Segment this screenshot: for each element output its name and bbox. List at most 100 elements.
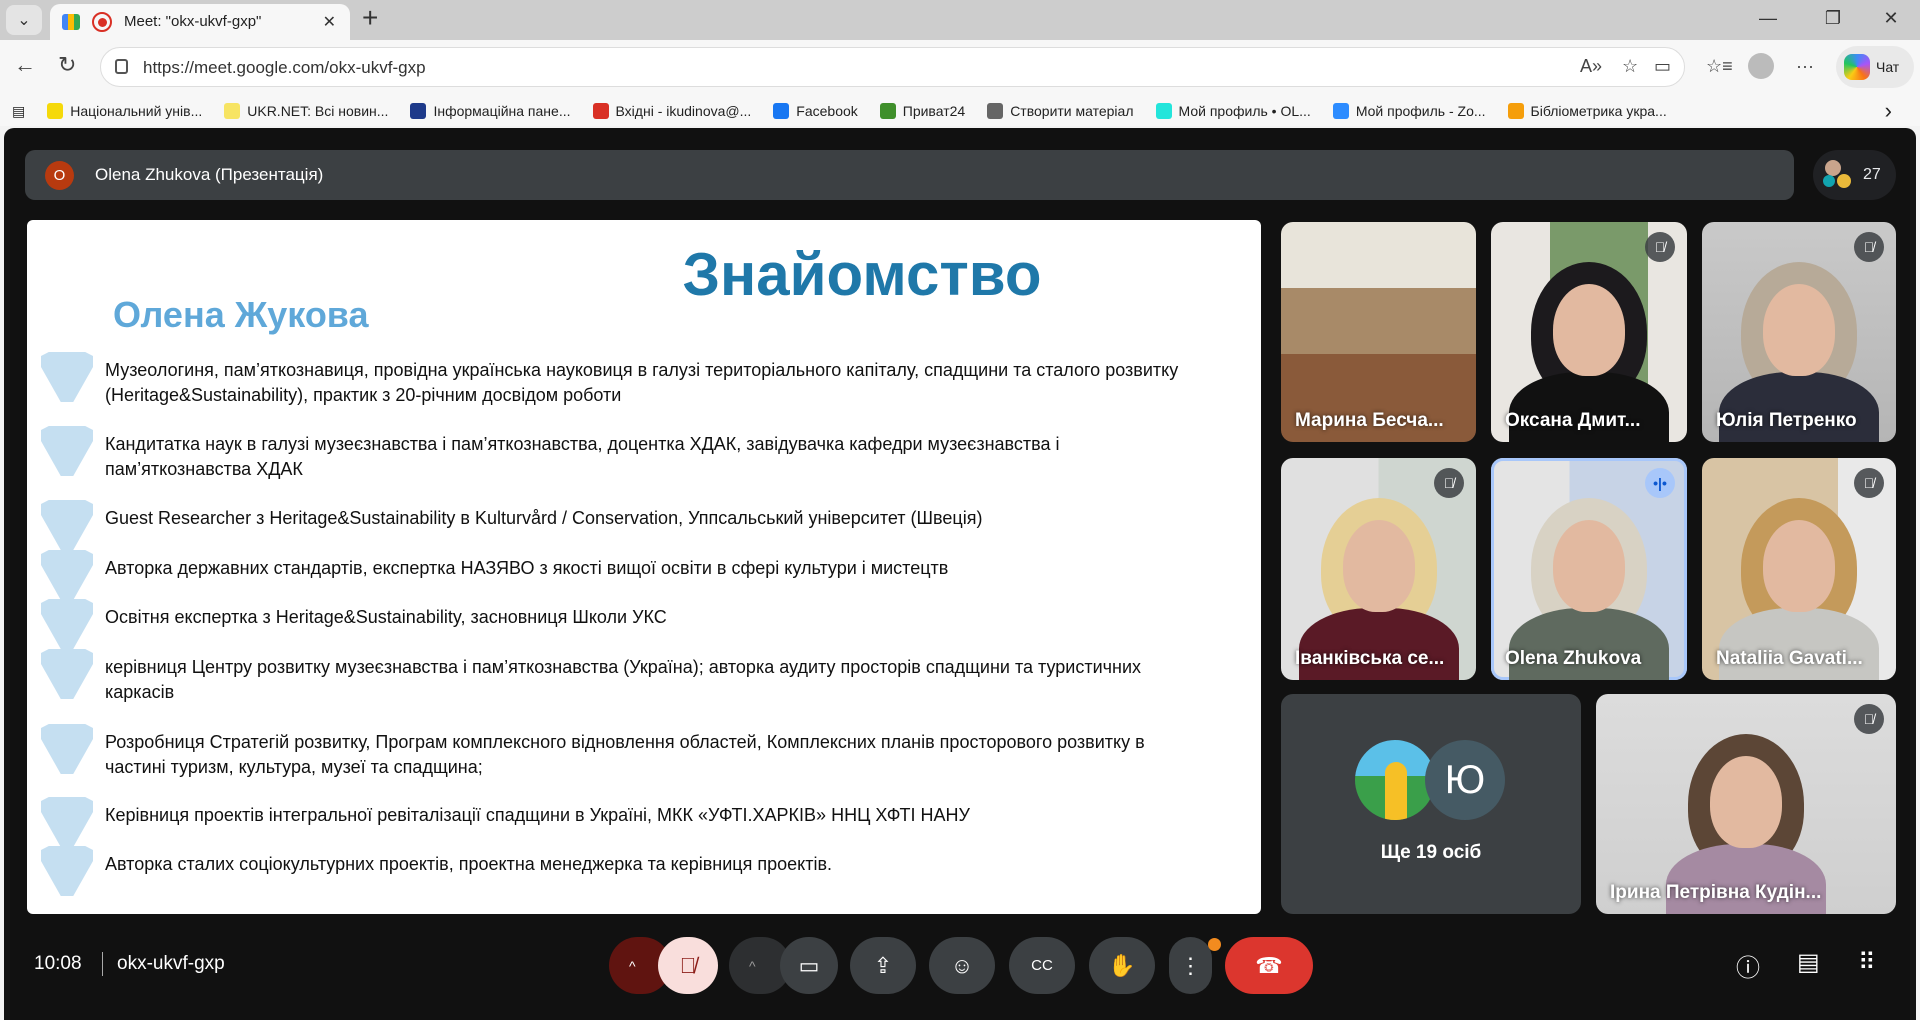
recording-icon xyxy=(92,12,112,32)
activities-icon[interactable]: ⠿ xyxy=(1858,948,1876,977)
info-icon[interactable]: ⓘ xyxy=(1736,948,1760,983)
participant-name: Nataliia Gavati... xyxy=(1716,648,1863,669)
slide-bullet-text: (Heritage&Sustainability), практик з 20-… xyxy=(105,385,622,405)
favorites-icon[interactable]: ☆≡ xyxy=(1706,56,1733,77)
reactions-button[interactable]: ☺ xyxy=(929,937,995,994)
bookmark-item[interactable]: Мой профиль • OL... xyxy=(1155,103,1311,119)
participant-name: Оксана Дмит... xyxy=(1505,410,1641,431)
participant-name: Марина Бесча... xyxy=(1295,410,1444,431)
participant-tile[interactable]: Марина Бесча... xyxy=(1281,222,1476,442)
tab-list-button[interactable]: ⌄ xyxy=(6,5,42,35)
back-button[interactable]: ← xyxy=(14,52,36,78)
bookmark-item[interactable]: Вхідні - ikudinova@... xyxy=(592,103,752,119)
microphone-off-button[interactable]: 🎙̸ xyxy=(658,937,718,994)
profile-avatar[interactable] xyxy=(1748,53,1774,79)
chat-icon[interactable]: ▤ xyxy=(1797,948,1820,977)
participant-face xyxy=(1710,756,1782,848)
bookmark-label: Приват24 xyxy=(902,103,966,119)
participant-face xyxy=(1553,520,1625,612)
presenter-avatar: O xyxy=(45,161,74,190)
participant-avatar-image xyxy=(1355,740,1435,820)
bullet-icon xyxy=(41,500,93,550)
hang-up-icon: ☎ xyxy=(1255,952,1283,978)
new-tab-button[interactable]: + xyxy=(362,2,378,34)
present-button[interactable]: ⇪ xyxy=(850,937,916,994)
mic-off-icon: 🎙̸ xyxy=(1854,468,1884,498)
clock: 10:08 xyxy=(34,953,82,974)
bookmark-favicon-icon xyxy=(879,103,896,119)
bookmark-item[interactable]: UKR.NET: Всі новин... xyxy=(224,103,388,119)
copilot-icon xyxy=(1844,54,1870,80)
bookmark-favicon-icon xyxy=(224,103,241,119)
bullet-icon xyxy=(41,426,93,476)
bookmark-label: Бібліометрика укра... xyxy=(1530,103,1667,119)
participant-tile[interactable]: •|• Olena Zhukova xyxy=(1491,458,1687,680)
camera-button[interactable]: ▭ xyxy=(780,937,838,994)
bookmark-label: Facebook xyxy=(796,103,858,119)
participant-name: Ірина Петрівна Кудін... xyxy=(1610,882,1822,903)
close-tab-icon[interactable]: ✕ xyxy=(323,12,336,32)
more-vert-icon: ⋮ xyxy=(1179,952,1202,978)
participant-avatar-letter: Ю xyxy=(1425,740,1505,820)
bookmark-favicon-icon xyxy=(987,103,1004,119)
browser-tab[interactable]: Meet: "okx-ukvf-gxp" ✕ xyxy=(50,4,350,40)
bookmark-label: Інформаційна пане... xyxy=(433,103,571,119)
bookmark-item[interactable]: Створити матеріал xyxy=(987,103,1134,119)
mic-off-icon: 🎙̸ xyxy=(1434,468,1464,498)
url-text[interactable]: https://meet.google.com/okx-ukvf-gxp xyxy=(143,58,426,78)
bookmark-item[interactable]: Інформаційна пане... xyxy=(410,103,571,119)
participant-tile[interactable]: 🎙̸ Ірина Петрівна Кудін... xyxy=(1596,694,1896,914)
bullet-icon xyxy=(41,599,93,649)
participant-tile[interactable]: 🎙̸ Nataliia Gavati... xyxy=(1702,458,1896,680)
mic-off-icon: 🎙̸ xyxy=(1854,704,1884,734)
more-options-button[interactable]: ⋮ xyxy=(1169,937,1212,994)
copilot-chat-button[interactable]: Чат xyxy=(1836,46,1914,88)
bookmark-item[interactable]: Приват24 xyxy=(879,103,966,119)
bookmark-item[interactable]: Національний унів... xyxy=(47,103,202,119)
address-bar[interactable]: https://meet.google.com/okx-ukvf-gxp xyxy=(100,47,1685,87)
bullet-icon xyxy=(41,724,93,774)
bookmark-label: Створити матеріал xyxy=(1010,103,1134,119)
favorite-star-icon[interactable]: ☆ xyxy=(1622,56,1638,77)
captions-button[interactable]: CC xyxy=(1009,937,1075,994)
participant-name: Юлія Петренко xyxy=(1716,410,1857,431)
leave-call-button[interactable]: ☎ xyxy=(1225,937,1313,994)
bookmark-item[interactable]: Facebook xyxy=(773,103,858,119)
minimize-button[interactable]: — xyxy=(1745,8,1791,29)
slide-bullet-text: Керівниця проектів інтегральної ревіталі… xyxy=(105,805,970,825)
bookmarks-overflow-chevron-icon[interactable]: › xyxy=(1885,98,1892,124)
chat-label: Чат xyxy=(1876,59,1900,75)
more-menu-icon[interactable]: ··· xyxy=(1796,56,1814,77)
video-icon[interactable]: ▭ xyxy=(1654,56,1671,77)
bookmark-item[interactable]: Бібліометрика укра... xyxy=(1507,103,1667,119)
participant-face xyxy=(1763,284,1835,376)
participants-button[interactable]: 27 xyxy=(1813,150,1896,200)
participant-tile[interactable]: 🎙̸ Юлія Петренко xyxy=(1702,222,1896,442)
bookmark-item[interactable]: Мой профиль - Zo... xyxy=(1332,103,1486,119)
restore-button[interactable]: ❐ xyxy=(1810,8,1856,29)
more-participants-label: Ще 19 осіб xyxy=(1380,842,1482,863)
bullet-icon xyxy=(41,797,93,847)
hand-icon: ✋ xyxy=(1108,952,1136,978)
reload-button[interactable]: ↻ xyxy=(58,52,76,78)
slide-bullet-text: Освітня експертка з Heritage&Sustainabil… xyxy=(105,607,667,627)
close-window-button[interactable]: ✕ xyxy=(1868,8,1914,29)
presenter-label: Olena Zhukova (Презентація) xyxy=(95,165,324,184)
slide-bullet-text: каркасів xyxy=(105,682,175,702)
slide-bullet-text: Розробниця Стратегій розвитку, Програм к… xyxy=(105,732,1145,752)
slide-bullet-text: Авторка державних стандартів, експертка … xyxy=(105,558,949,578)
bookmark-label: Вхідні - ikudinova@... xyxy=(615,103,752,119)
notification-dot xyxy=(1208,938,1221,951)
bullet-icon xyxy=(41,352,93,402)
raise-hand-button[interactable]: ✋ xyxy=(1089,937,1155,994)
read-aloud-icon[interactable]: A» xyxy=(1580,56,1602,77)
participant-tile[interactable]: 🎙̸ Оксана Дмит... xyxy=(1491,222,1687,442)
participant-name: Іванківська се... xyxy=(1295,648,1445,669)
presentation-bar: O Olena Zhukova (Презентація) xyxy=(25,150,1794,200)
slide-subtitle: Олена Жукова xyxy=(113,294,369,335)
more-participants-tile[interactable]: Ю Ще 19 осіб xyxy=(1281,694,1581,914)
collections-icon[interactable]: ▤ xyxy=(12,103,25,120)
participant-tile[interactable]: 🎙̸ Іванківська се... xyxy=(1281,458,1476,680)
bookmark-label: Національний унів... xyxy=(70,103,203,119)
participant-face xyxy=(1763,520,1835,612)
